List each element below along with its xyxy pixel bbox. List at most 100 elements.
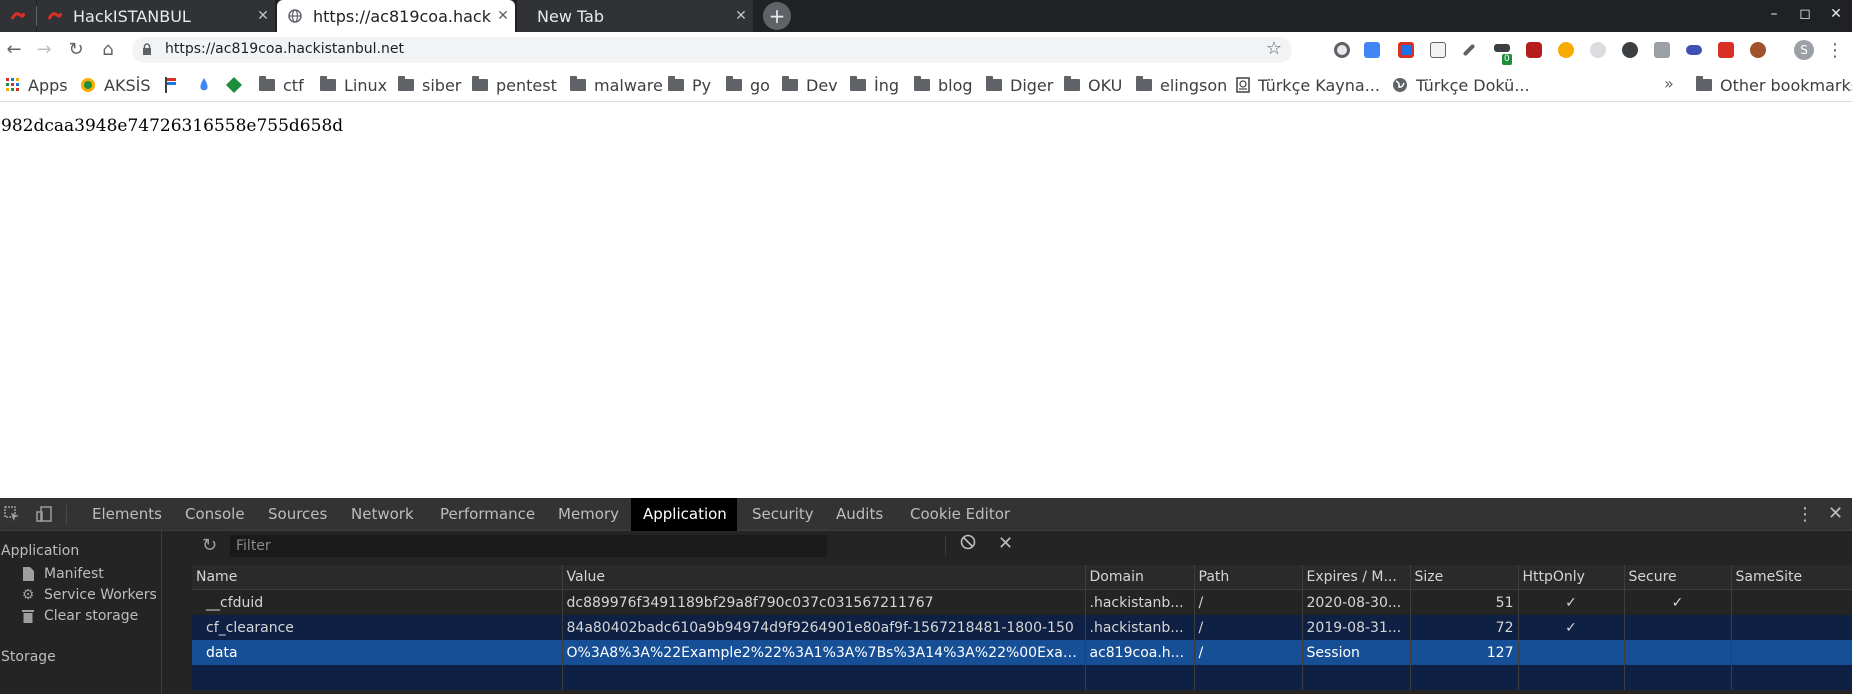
devtools-tab-application[interactable]: Application — [631, 498, 737, 531]
sidebar-item-manifest[interactable]: Manifest — [20, 564, 104, 584]
reload-icon[interactable]: ↻ — [64, 38, 88, 62]
lock-icon[interactable] — [142, 43, 152, 55]
bookmark-aksis[interactable]: AKSİS — [80, 75, 150, 95]
cookie-name[interactable]: data — [192, 640, 563, 665]
cookie-path[interactable]: / — [1194, 589, 1303, 615]
chrome-menu-icon[interactable]: ⋮ — [1826, 40, 1844, 61]
delete-selected-icon[interactable]: ✕ — [998, 533, 1013, 554]
cookie-samesite[interactable] — [1731, 640, 1852, 665]
sidebar-item-clear-storage[interactable]: Clear storage — [20, 606, 138, 626]
column-header-expires[interactable]: Expires / M... — [1302, 565, 1411, 590]
ext-eyedropper-icon[interactable] — [1462, 43, 1476, 57]
ext-wordpress-icon[interactable] — [1622, 42, 1638, 58]
bookmark-folder-ing[interactable]: İng — [850, 75, 899, 95]
devtools-menu-icon[interactable]: ⋮ — [1796, 504, 1814, 525]
bookmark-turkce-doku[interactable]: Türkçe Dokü... — [1392, 75, 1530, 95]
tab-hackistanbul[interactable]: HackISTANBUL ✕ — [37, 0, 275, 32]
ext-php-icon[interactable] — [1686, 45, 1702, 55]
column-header-value[interactable]: Value — [562, 565, 1086, 590]
ext-red-percent-icon[interactable] — [1718, 42, 1734, 58]
cookie-samesite[interactable] — [1731, 615, 1852, 640]
ext-store-icon[interactable] — [1654, 42, 1670, 58]
column-header-secure[interactable]: Secure — [1624, 565, 1732, 590]
column-header-size[interactable]: Size — [1410, 565, 1519, 590]
bookmark-folder-blog[interactable]: blog — [914, 75, 973, 95]
tab-new-tab[interactable]: New Tab ✕ — [517, 0, 753, 32]
tab-close-icon[interactable]: ✕ — [729, 8, 753, 24]
cookie-value[interactable]: 84a80402badc610a9b94974d9f9264901e80af9f… — [562, 615, 1086, 640]
cookie-value[interactable]: dc889976f3491189bf29a8f790c037c031567211… — [562, 589, 1086, 615]
ext-translate-icon[interactable] — [1364, 42, 1380, 58]
cookie-expires[interactable]: 2020-08-30... — [1302, 589, 1411, 615]
devtools-tab-audits[interactable]: Audits — [824, 498, 895, 531]
bookmark-folder-go[interactable]: go — [726, 75, 770, 95]
ext-ublock-icon[interactable] — [1526, 42, 1542, 58]
tab-active-site[interactable]: https://ac819coa.hackistanbul.net ✕ — [277, 0, 515, 32]
profile-avatar[interactable]: S — [1794, 40, 1814, 60]
cookie-filter-input[interactable] — [230, 535, 827, 557]
cookie-domain[interactable]: .hackistanb... — [1085, 615, 1195, 640]
refresh-icon[interactable]: ↻ — [202, 535, 217, 556]
table-row[interactable]: __cfduid dc889976f3491189bf29a8f790c037c… — [192, 589, 1852, 615]
cookie-secure[interactable] — [1624, 640, 1732, 665]
inspect-element-icon[interactable] — [4, 506, 20, 522]
bookmark-folder-py[interactable]: Py — [668, 75, 711, 95]
ext-cookie-icon[interactable] — [1750, 42, 1766, 58]
home-icon[interactable]: ⌂ — [96, 38, 120, 62]
sidebar-item-service-workers[interactable]: ⚙ Service Workers — [20, 585, 157, 605]
cookie-expires[interactable]: Session — [1302, 640, 1411, 665]
devtools-tab-elements[interactable]: Elements — [80, 498, 174, 531]
cookie-name[interactable]: cf_clearance — [192, 615, 563, 640]
table-row-selected[interactable]: data O%3A8%3A%22Example2%22%3A1%3A%7Bs%3… — [192, 640, 1852, 665]
bookmark-folder-dev[interactable]: Dev — [782, 75, 838, 95]
devtools-tab-console[interactable]: Console — [173, 498, 257, 531]
devtools-tab-sources[interactable]: Sources — [256, 498, 339, 531]
minimize-icon[interactable]: – — [1764, 6, 1784, 26]
cookie-domain[interactable]: ac819coa.h... — [1085, 640, 1195, 665]
ext-circle-icon[interactable] — [1334, 42, 1350, 58]
bookmark-folder-diger[interactable]: Diger — [986, 75, 1053, 95]
devtools-tab-network[interactable]: Network — [339, 498, 426, 531]
bookmark-turkce-kaynak[interactable]: Türkçe Kayna... — [1236, 75, 1380, 95]
cookie-value[interactable]: O%3A8%3A%22Example2%22%3A1%3A%7Bs%3A14%3… — [562, 640, 1086, 665]
devtools-tab-security[interactable]: Security — [740, 498, 826, 531]
ext-blue-red-icon[interactable] — [1398, 42, 1414, 58]
bookmark-apps[interactable]: Apps — [6, 75, 68, 95]
column-header-samesite[interactable]: SameSite — [1731, 565, 1852, 590]
forward-icon[interactable]: → — [32, 38, 56, 62]
cookie-expires[interactable]: 2019-08-31... — [1302, 615, 1411, 640]
column-header-httponly[interactable]: HttpOnly — [1518, 565, 1625, 590]
cookie-httponly[interactable] — [1518, 640, 1625, 665]
close-window-icon[interactable]: ✕ — [1826, 6, 1846, 26]
star-icon[interactable]: ☆ — [1266, 38, 1282, 59]
bookmark-green[interactable] — [226, 75, 250, 95]
bookmarks-overflow-chevron-icon[interactable]: » — [1664, 74, 1674, 93]
cookie-domain[interactable]: .hackistanb... — [1085, 589, 1195, 615]
devtools-tab-performance[interactable]: Performance — [428, 498, 547, 531]
cookie-name[interactable]: __cfduid — [192, 589, 563, 615]
bookmark-folder-ctf[interactable]: ctf — [259, 75, 304, 95]
bookmark-folder-malware[interactable]: malware — [570, 75, 663, 95]
tab-close-icon[interactable]: ✕ — [491, 8, 515, 24]
bookmark-folder-siber[interactable]: siber — [398, 75, 461, 95]
bookmark-folder-oku[interactable]: OKU — [1064, 75, 1122, 95]
maximize-icon[interactable]: ◻ — [1795, 6, 1815, 26]
column-header-path[interactable]: Path — [1194, 565, 1303, 590]
devtools-close-icon[interactable]: ✕ — [1828, 503, 1843, 524]
ext-hack-icon[interactable] — [1494, 44, 1510, 52]
devtools-tab-memory[interactable]: Memory — [546, 498, 631, 531]
table-row[interactable]: cf_clearance 84a80402badc610a9b94974d9f9… — [192, 615, 1852, 640]
bookmark-flag[interactable] — [164, 75, 186, 95]
tab-pinned[interactable] — [0, 0, 36, 32]
new-tab-button[interactable]: + — [763, 2, 791, 30]
bookmark-folder-pentest[interactable]: pentest — [472, 75, 557, 95]
cookie-secure[interactable] — [1624, 615, 1732, 640]
ext-text-icon[interactable] — [1430, 42, 1446, 58]
ext-wappalyzer-icon[interactable] — [1590, 42, 1606, 58]
other-bookmarks[interactable]: Other bookmarks — [1696, 75, 1852, 95]
back-icon[interactable]: ← — [2, 38, 26, 62]
column-header-name[interactable]: Name — [192, 565, 563, 590]
devtools-tab-cookie-editor[interactable]: Cookie Editor — [898, 498, 1022, 531]
cookie-secure[interactable]: ✓ — [1624, 589, 1732, 615]
cookie-httponly[interactable]: ✓ — [1518, 589, 1625, 615]
